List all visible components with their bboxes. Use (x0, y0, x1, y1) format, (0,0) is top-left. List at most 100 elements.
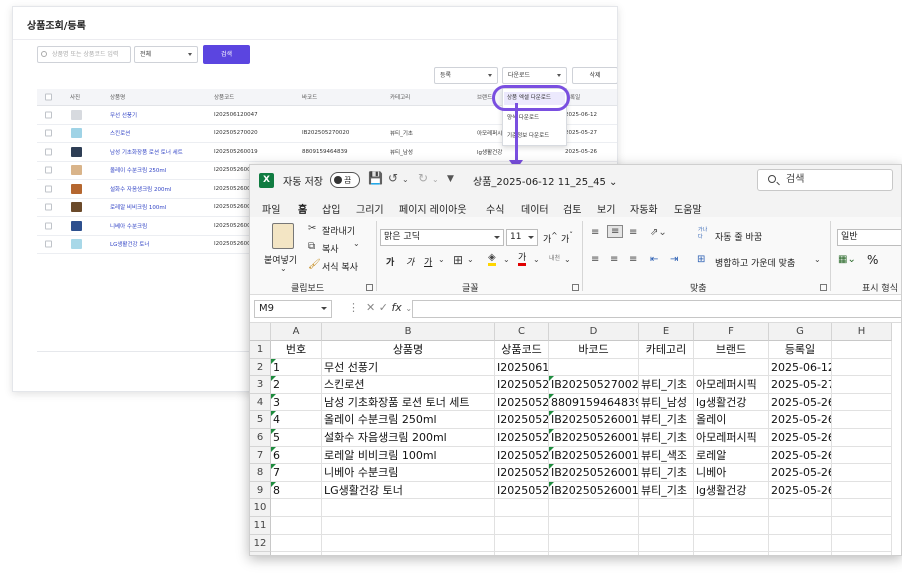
chevron-down-icon[interactable]: ⌄ (467, 255, 474, 264)
select-all-corner[interactable] (250, 323, 271, 341)
grid-cell[interactable] (322, 534, 495, 553)
grid-cell[interactable]: 니베아 수분크림 (322, 464, 495, 482)
grid-cell[interactable]: IB202505260017 (549, 429, 639, 447)
grid-cell[interactable]: I20250526 (495, 481, 549, 500)
grid-cell[interactable]: 아모레퍼시픽 (694, 376, 769, 394)
grid-cell[interactable]: 뷰티_기초 (639, 411, 694, 429)
grid-cell[interactable]: 2025-05-26 (769, 429, 832, 447)
redo-icon[interactable]: ↻ (418, 171, 428, 185)
row-header[interactable]: 8 (250, 464, 271, 482)
underline-icon[interactable]: 가 (424, 255, 432, 268)
grid-cell[interactable] (549, 517, 639, 535)
grid-cell[interactable]: 니베아 (694, 464, 769, 482)
column-header[interactable]: F (694, 323, 769, 341)
font-color-icon[interactable]: 가 (518, 253, 527, 266)
grid-cell[interactable] (549, 358, 639, 377)
grid-cell[interactable] (639, 499, 694, 517)
currency-format-icon[interactable]: ▦⌄ (838, 254, 856, 265)
grid-cell[interactable]: 2025-05-27 (769, 376, 832, 394)
column-header[interactable]: A (271, 323, 322, 341)
grid-cell[interactable]: 아모레퍼시픽 (694, 429, 769, 447)
grid-cell[interactable] (322, 499, 495, 517)
row-header[interactable]: 5 (250, 411, 271, 429)
grid-cell[interactable] (495, 534, 549, 553)
grid-cell[interactable]: IB202505260015 (549, 464, 639, 482)
download-select[interactable]: 다운로드 (502, 67, 567, 84)
grid-cell[interactable] (832, 393, 892, 412)
format-painter-button[interactable]: 서식 복사 (322, 260, 358, 273)
grid-cell[interactable] (639, 534, 694, 553)
grid-cell[interactable] (549, 552, 639, 555)
product-search-input[interactable]: 상품명 또는 상품코드 입력 (37, 46, 131, 63)
align-left-icon[interactable]: ≡ (591, 254, 599, 265)
row-checkbox[interactable] (45, 111, 52, 119)
select-all-checkbox[interactable] (45, 93, 52, 101)
grid-cell[interactable]: 2025-05-26 (769, 464, 832, 482)
grid-cell[interactable]: 올레이 수분크림 250ml (322, 411, 495, 429)
row-checkbox[interactable] (45, 240, 52, 248)
name-box[interactable]: M9 (254, 300, 332, 318)
formula-input[interactable] (412, 300, 901, 318)
grid-cell[interactable]: 로레알 (694, 446, 769, 465)
grid-cell[interactable] (769, 499, 832, 517)
search-button[interactable]: 검색 (203, 45, 250, 64)
header-cell[interactable] (832, 341, 892, 359)
align-right-icon[interactable]: ≡ (629, 254, 637, 265)
grid-cell[interactable]: I20250526 (495, 429, 549, 447)
grid-cell[interactable]: IB202505260014 (549, 481, 639, 500)
grid-cell[interactable] (639, 552, 694, 555)
header-cell[interactable]: 브랜드 (694, 341, 769, 359)
grid-cell[interactable]: 뷰티_기초 (639, 464, 694, 482)
chevron-down-icon[interactable]: ⌄ (814, 255, 821, 264)
grid-cell[interactable]: IB202505260018 (549, 411, 639, 429)
wrap-text-icon[interactable]: 가나 다 (698, 226, 707, 240)
row-header[interactable]: 3 (250, 376, 271, 394)
grid-cell[interactable] (549, 499, 639, 517)
grid-cell[interactable]: 스킨로션 (322, 376, 495, 394)
grid-cell[interactable] (832, 517, 892, 535)
customize-toolbar-icon[interactable]: ▼ (447, 174, 454, 184)
row-checkbox[interactable] (45, 222, 52, 230)
grid-cell[interactable] (694, 534, 769, 553)
grid-cell[interactable] (694, 517, 769, 535)
chevron-down-icon[interactable]: ⌄ (402, 175, 409, 184)
grid-cell[interactable]: IB202505270020 (549, 376, 639, 394)
copy-icon[interactable]: ⧉ (308, 241, 315, 252)
grid-cell[interactable]: 7 (271, 464, 322, 482)
row-header[interactable]: 1 (250, 341, 271, 359)
grid-cell[interactable] (322, 552, 495, 555)
row-header[interactable]: 2 (250, 358, 271, 377)
column-header[interactable]: B (322, 323, 495, 341)
chevron-down-icon[interactable]: ⌄ (432, 175, 439, 184)
wrap-text-button[interactable]: 자동 줄 바꿈 (715, 230, 762, 243)
grid-cell[interactable]: 남성 기초화장품 로션 토너 세트 (322, 393, 495, 412)
grid-cell[interactable]: I20250526 (495, 411, 549, 429)
menu-item-template-download[interactable]: 양식 다운로드 (507, 113, 539, 121)
header-cell[interactable]: 상품코드 (495, 341, 549, 359)
cancel-icon[interactable]: ✕ (366, 301, 375, 314)
dialog-launcher-icon[interactable] (820, 284, 827, 291)
grid-cell[interactable] (495, 517, 549, 535)
chevron-down-icon[interactable]: ⌄ (280, 264, 287, 273)
row-header[interactable]: 11 (250, 517, 271, 535)
paste-icon[interactable] (272, 223, 294, 249)
chevron-down-icon[interactable]: ⌄ (503, 255, 510, 264)
product-name-link[interactable]: 니베아 수분크림 (110, 222, 147, 230)
grid-cell[interactable] (832, 552, 892, 555)
grid-cell[interactable]: 올레이 (694, 411, 769, 429)
grid-cell[interactable] (694, 552, 769, 555)
grid-cell[interactable]: 무선 선풍기 (322, 358, 495, 377)
row-header[interactable]: 13 (250, 552, 271, 555)
ribbon-tab[interactable]: 데이터 (521, 201, 549, 216)
grid-cell[interactable]: 2025-06-12 (769, 358, 832, 377)
enter-icon[interactable]: ✓ (379, 301, 388, 314)
ribbon-tab[interactable]: 보기 (597, 201, 615, 216)
row-header[interactable]: 10 (250, 499, 271, 517)
grid-cell[interactable] (271, 552, 322, 555)
row-checkbox[interactable] (45, 148, 52, 156)
grid-cell[interactable]: I20250527 (495, 376, 549, 394)
grid-cell[interactable]: LG생활건강 토너 (322, 481, 495, 500)
grid-cell[interactable]: 4 (271, 411, 322, 429)
grid-cell[interactable]: 1 (271, 358, 322, 377)
product-name-link[interactable]: 남성 기초화장품 로션 토너 세트 (110, 148, 183, 156)
